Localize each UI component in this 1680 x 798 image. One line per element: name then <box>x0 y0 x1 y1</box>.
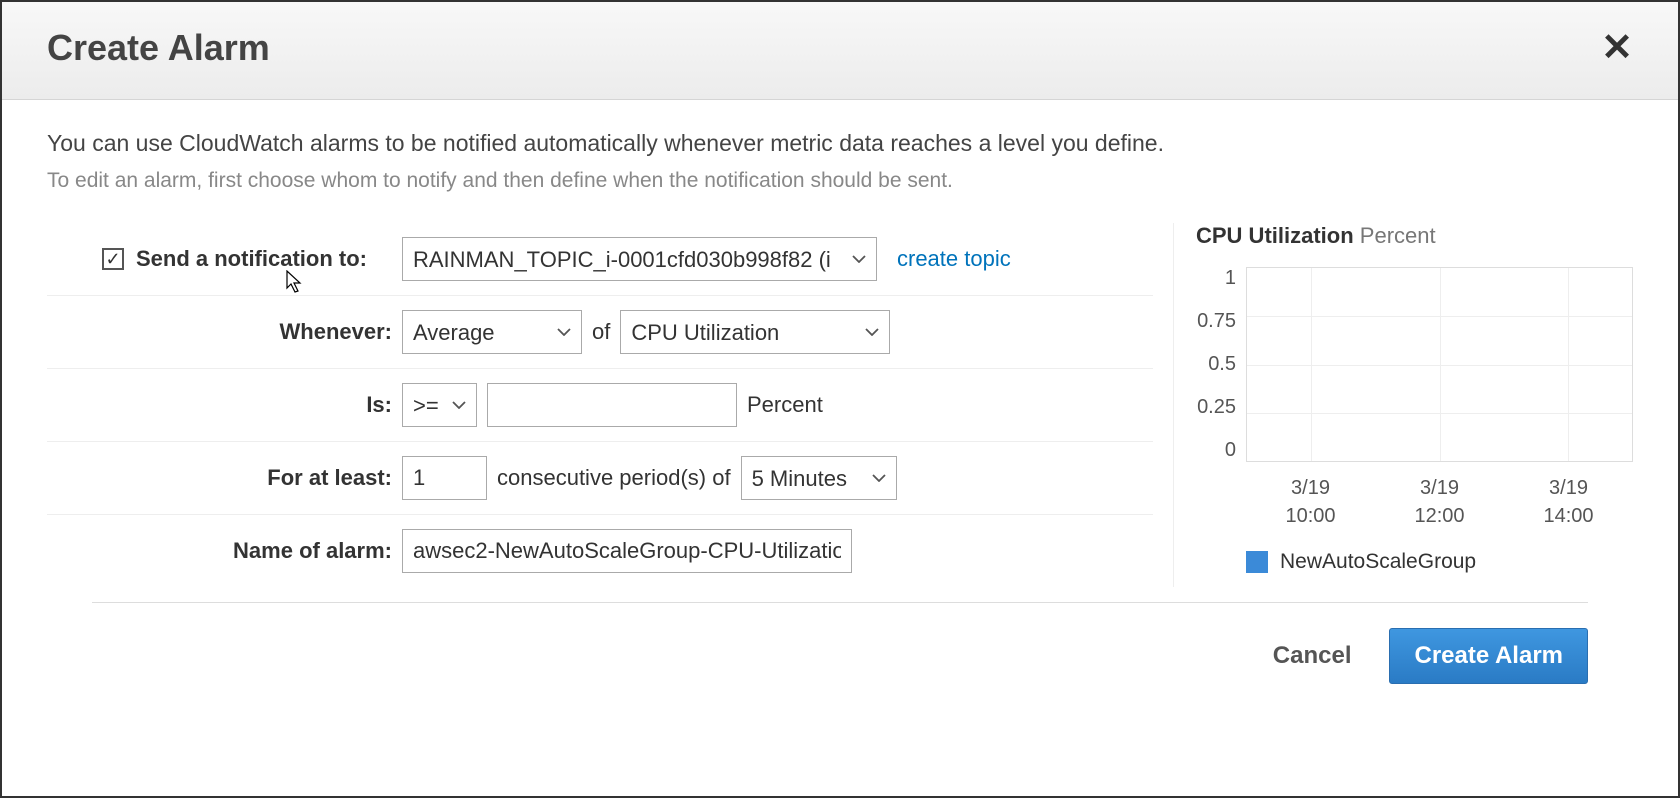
for-at-least-label: For at least: <box>47 465 392 491</box>
modal-subtext: To edit an alarm, first choose whom to n… <box>47 169 1633 193</box>
modal-header: Create Alarm ✕ <box>2 2 1678 100</box>
metric-select[interactable]: CPU Utilization <box>620 310 890 354</box>
statistic-select[interactable]: Average <box>402 310 582 354</box>
y-tick: 0 <box>1225 439 1236 462</box>
x-axis: 3/19 10:00 3/19 12:00 3/19 14:00 <box>1246 474 1633 530</box>
whenever-label: Whenever: <box>47 319 392 345</box>
threshold-input[interactable] <box>487 383 737 427</box>
name-row: Name of alarm: <box>47 515 1153 587</box>
consecutive-text: consecutive period(s) of <box>497 465 731 491</box>
legend-swatch <box>1246 551 1268 573</box>
create-alarm-button[interactable]: Create Alarm <box>1389 628 1588 684</box>
unit-text: Percent <box>747 392 823 418</box>
send-notification-checkbox[interactable]: ✓ <box>102 248 124 270</box>
alarm-form: ✓ Send a notification to: RAINMAN_TOPIC_… <box>47 223 1153 587</box>
notification-topic-select[interactable]: RAINMAN_TOPIC_i-0001cfd030b998f82 (i <box>402 237 877 281</box>
periods-input[interactable] <box>402 456 487 500</box>
chart-area: 1 0.75 0.5 0.25 0 <box>1196 267 1633 462</box>
x-tick: 3/19 14:00 <box>1543 474 1593 530</box>
is-row: Is: >= Percent <box>47 369 1153 442</box>
x-tick: 3/19 12:00 <box>1414 474 1464 530</box>
close-icon[interactable]: ✕ <box>1601 29 1633 67</box>
whenever-row: Whenever: Average of CPU Utilization <box>47 296 1153 369</box>
create-topic-link[interactable]: create topic <box>897 246 1011 272</box>
notification-row: ✓ Send a notification to: RAINMAN_TOPIC_… <box>47 223 1153 296</box>
cancel-button[interactable]: Cancel <box>1255 632 1370 680</box>
legend-label: NewAutoScaleGroup <box>1280 550 1476 574</box>
modal-description: You can use CloudWatch alarms to be noti… <box>47 130 1633 157</box>
chart-panel: CPU Utilization Percent 1 0.75 0.5 0.25 … <box>1173 223 1633 587</box>
plot-area <box>1246 267 1633 462</box>
y-axis: 1 0.75 0.5 0.25 0 <box>1196 267 1246 462</box>
chart-title: CPU Utilization Percent <box>1196 223 1633 249</box>
y-tick: 1 <box>1225 267 1236 290</box>
x-tick: 3/19 10:00 <box>1285 474 1335 530</box>
y-tick: 0.25 <box>1197 396 1236 419</box>
period-length-select[interactable]: 5 Minutes <box>741 456 897 500</box>
for-at-least-row: For at least: consecutive period(s) of 5… <box>47 442 1153 515</box>
send-notification-label: Send a notification to: <box>136 246 367 272</box>
alarm-name-input[interactable] <box>402 529 852 573</box>
is-label: Is: <box>47 392 392 418</box>
checkmark-icon: ✓ <box>105 250 120 268</box>
of-text: of <box>592 319 610 345</box>
y-tick: 0.75 <box>1197 310 1236 333</box>
operator-select[interactable]: >= <box>402 383 477 427</box>
modal-title: Create Alarm <box>47 27 270 69</box>
chart-legend: NewAutoScaleGroup <box>1246 550 1633 574</box>
alarm-name-label: Name of alarm: <box>47 538 392 564</box>
y-tick: 0.5 <box>1208 353 1236 376</box>
create-alarm-modal: Create Alarm ✕ You can use CloudWatch al… <box>0 0 1680 798</box>
modal-body: You can use CloudWatch alarms to be noti… <box>2 100 1678 796</box>
modal-footer: Cancel Create Alarm <box>92 602 1588 724</box>
